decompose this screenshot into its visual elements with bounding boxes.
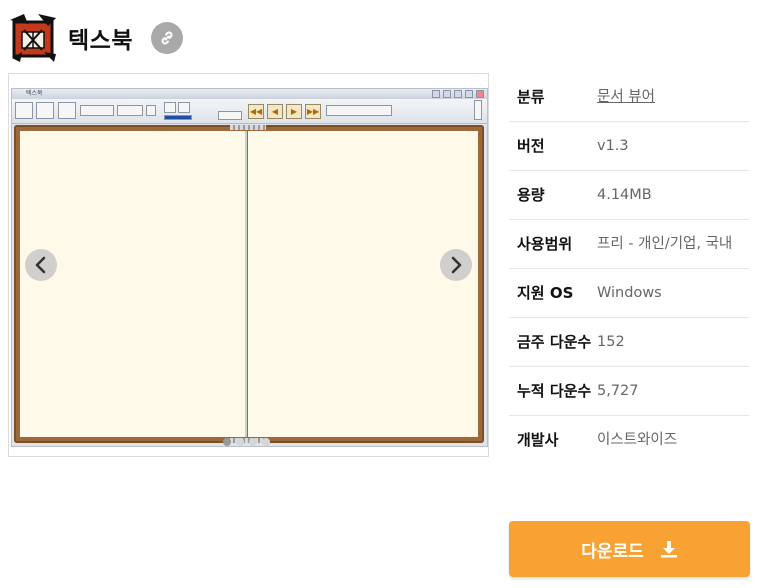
gallery-prev-button[interactable]: [25, 249, 57, 281]
gallery-dot[interactable]: [262, 438, 270, 446]
screenshot-titlebar: 텍스북: [12, 89, 487, 99]
info-table: 분류 문서 뷰어 버전 v1.3 용량 4.14MB 사용범위 프리 - 개인/…: [509, 73, 749, 460]
gallery-pagination: [223, 438, 270, 446]
copy-link-button[interactable]: [150, 22, 183, 54]
category-link[interactable]: 문서 뷰어: [597, 85, 655, 109]
info-value: 5,727: [597, 383, 639, 399]
info-value: v1.3: [597, 138, 629, 154]
info-label: 개발사: [517, 431, 559, 449]
info-value: 이스트와이즈: [597, 432, 678, 448]
chevron-left-icon: [34, 256, 48, 274]
info-row-os: 지원 OS Windows: [509, 269, 749, 318]
gallery-dot[interactable]: [236, 438, 244, 446]
screenshot-gallery: 텍스북 ◀◀ ◀ ▶ ▶▶: [8, 73, 489, 457]
book-viewer: [14, 125, 484, 443]
chevron-right-icon: [449, 256, 463, 274]
info-value: 4.14MB: [597, 187, 652, 203]
info-row-license: 사용범위 프리 - 개인/기업, 국내: [509, 220, 749, 269]
app-title: 텍스북: [68, 28, 133, 54]
info-value: Windows: [597, 285, 662, 301]
screenshot-window-title: 텍스북: [26, 90, 43, 97]
info-label: 용량: [517, 186, 545, 204]
info-row-developer: 개발사 이스트와이즈: [509, 416, 749, 460]
info-label: 누적 다운수: [517, 382, 592, 400]
download-icon: [660, 540, 678, 558]
gallery-dot[interactable]: [223, 438, 231, 446]
info-label: 사용범위: [517, 235, 573, 253]
info-value: 프리 - 개인/기업, 국내: [597, 236, 733, 252]
app-header: 텍스북: [8, 8, 748, 68]
book-right-page: [248, 131, 478, 437]
download-label: 다운로드: [581, 541, 644, 562]
download-button[interactable]: 다운로드: [509, 521, 750, 577]
info-value: 152: [597, 334, 625, 350]
info-label: 지원 OS: [517, 284, 574, 302]
screenshot-toolbar: ◀◀ ◀ ▶ ▶▶: [12, 99, 487, 124]
app-screenshot: 텍스북 ◀◀ ◀ ▶ ▶▶: [11, 88, 488, 447]
gallery-dot[interactable]: [249, 438, 257, 446]
info-label: 버전: [517, 137, 545, 155]
info-row-total-downloads: 누적 다운수 5,727: [509, 367, 749, 416]
info-label: 금주 다운수: [517, 333, 592, 351]
info-row-size: 용량 4.14MB: [509, 171, 749, 220]
app-logo-icon: [8, 12, 58, 64]
info-label: 분류: [517, 88, 545, 106]
link-icon: [159, 30, 175, 46]
gallery-next-button[interactable]: [440, 249, 472, 281]
info-row-category: 분류 문서 뷰어: [509, 73, 749, 122]
info-row-weekly-downloads: 금주 다운수 152: [509, 318, 749, 367]
book-left-page: [20, 131, 246, 437]
info-row-version: 버전 v1.3: [509, 122, 749, 171]
